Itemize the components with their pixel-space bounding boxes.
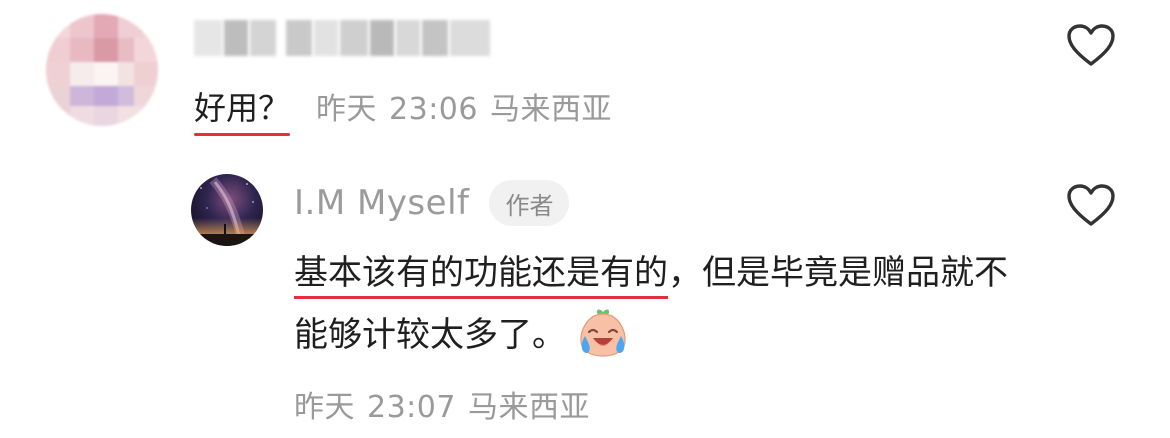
reply-location: 马来西亚 [467,390,590,425]
reply-header: I.M Myself 作者 [294,178,570,228]
heart-outline-icon [1067,184,1115,226]
reply-username[interactable]: I.M Myself [294,183,469,223]
reply-time: 23:07 [367,390,456,425]
comment-date: 昨天 [316,92,378,127]
avatar[interactable] [191,174,263,246]
comment-time: 23:06 [389,92,478,127]
username-redacted[interactable] [194,20,490,56]
like-button[interactable] [1065,182,1117,228]
reply-item: I.M Myself 作者 基本该有的功能还是有的，但是毕竟是赠品就不能够计较太… [0,160,1170,438]
comment-content-row: 好用？ 昨天 23:06 马来西亚 [194,83,612,136]
heart-outline-icon [1067,24,1115,66]
comment-text: 好用？ [194,83,291,136]
keyword-underline [194,133,291,136]
reply-text-highlight: 基本该有的功能还是有的 [294,253,668,293]
avatar[interactable] [46,14,158,126]
crying-laughing-bun-emoji [576,306,630,360]
like-button[interactable] [1065,22,1117,68]
reply-meta: 昨天 23:07 马来西亚 [294,382,590,426]
reply-text: 基本该有的功能还是有的，但是毕竟是赠品就不能够计较太多了。 [294,242,1014,366]
comment-meta: 昨天 23:06 马来西亚 [316,84,612,128]
comment-location: 马来西亚 [489,92,612,127]
author-badge: 作者 [489,180,570,226]
reply-date: 昨天 [294,390,355,425]
comment-item: 好用？ 昨天 23:06 马来西亚 [0,0,1170,160]
